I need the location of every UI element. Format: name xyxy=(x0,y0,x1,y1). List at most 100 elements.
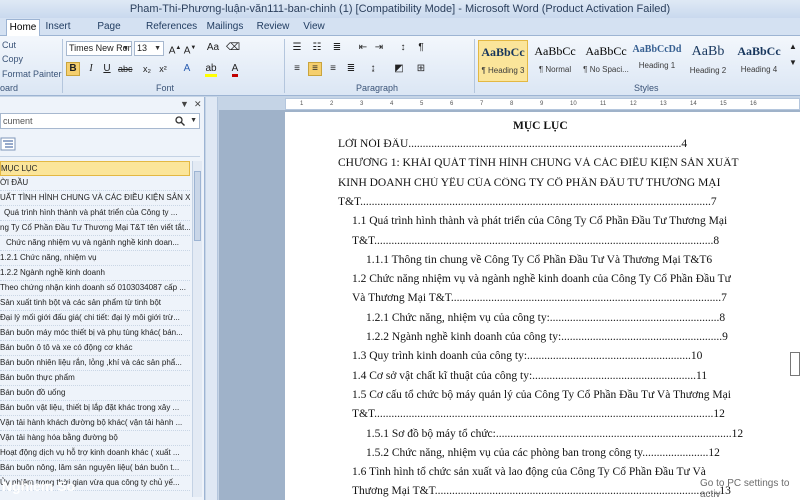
toc-entry-line[interactable]: 1.6 Tình hình tổ chức sản xuất và lao độ… xyxy=(352,466,706,478)
bold-icon[interactable]: B xyxy=(66,62,80,76)
ruler-tick-label: 1 xyxy=(300,101,304,107)
nav-heading-item[interactable]: Vận tải hành khách đường bộ khác( vận tả… xyxy=(0,416,190,431)
toc-entry-line[interactable]: 1.4 Cơ sở vật chất kĩ thuật của công ty:… xyxy=(352,370,707,382)
toc-entry-line[interactable]: 1.2.1 Chức năng, nhiệm vụ của công ty:..… xyxy=(366,312,725,324)
toc-entry-line[interactable]: CHƯƠNG 1: KHÁI QUÁT TÌNH HÌNH CHUNG VÀ C… xyxy=(338,157,739,169)
style-normal[interactable]: AaBbCc ¶ Normal xyxy=(530,40,580,82)
shrink-font-icon[interactable]: A▼ xyxy=(183,41,197,56)
nav-heading-item[interactable]: Bán buôn vật liệu, thiết bị lắp đặt khác… xyxy=(0,401,190,416)
tab-insert[interactable]: Insert xyxy=(44,19,72,36)
nav-heading-item[interactable]: ng Ty Cổ Phần Đầu Tư Thương Mại T&T tên … xyxy=(0,221,190,236)
toc-entry-line[interactable]: 1.2 Chức năng nhiệm vụ và ngành nghề kin… xyxy=(352,273,731,285)
clear-formatting-icon[interactable]: ⌫ xyxy=(226,41,240,55)
tab-references[interactable]: References xyxy=(146,19,197,36)
superscript-icon[interactable]: x² xyxy=(156,62,170,76)
nav-heading-item[interactable]: Sản xuất tinh bột và các sản phẩm từ tin… xyxy=(0,296,190,311)
style-heading-2[interactable]: AaBb Heading 2 xyxy=(683,40,733,82)
toc-entry-line[interactable]: T&T.....................................… xyxy=(352,235,719,247)
show-marks-icon[interactable]: ¶ xyxy=(414,41,428,55)
align-right-icon[interactable]: ≡ xyxy=(326,62,340,76)
sort-icon[interactable]: ↕ xyxy=(396,41,410,55)
cut-button[interactable]: Cut xyxy=(2,40,16,50)
toc-entry-line[interactable]: 1.1 Quá trình hình thành và phát triển c… xyxy=(352,215,727,227)
highlight-icon[interactable]: ab xyxy=(204,62,218,77)
grow-font-icon[interactable]: A▲ xyxy=(168,41,182,56)
toc-entry-line[interactable]: 1.2.2 Ngành nghề kinh doanh của công ty:… xyxy=(366,331,728,343)
nav-heading-item[interactable]: 1.2.2 Ngành nghề kinh doanh xyxy=(0,266,190,281)
italic-icon[interactable]: I xyxy=(84,62,98,76)
shading-icon[interactable]: ◩ xyxy=(392,62,406,76)
tab-view[interactable]: View xyxy=(300,19,328,36)
strikethrough-icon[interactable]: abc xyxy=(118,62,133,76)
nav-heading-item[interactable]: Bán buôn nhiên liệu rắn, lỏng ,khí và cá… xyxy=(0,356,190,371)
line-spacing-icon[interactable]: ↨ xyxy=(366,62,380,76)
toc-entry-line[interactable]: LỜI NÓI ĐẦU.............................… xyxy=(338,138,687,150)
toc-entry-line[interactable]: 1.1.1 Thông tin chung về Công Ty Cổ Phần… xyxy=(366,254,712,266)
nav-heading-item[interactable]: Bán buôn thực phẩm xyxy=(0,371,190,386)
tab-page-layout[interactable]: Page Layout xyxy=(84,19,134,48)
increase-indent-icon[interactable]: ⇥ xyxy=(372,41,386,55)
style-preview: AaBbCc xyxy=(534,44,576,58)
nav-heading-item[interactable]: Chức năng nhiệm vụ và ngành nghề kinh do… xyxy=(0,236,190,251)
nav-scrollbar[interactable] xyxy=(192,161,202,497)
nav-heading-item[interactable]: Theo chứng nhận kinh doanh số 0103034087… xyxy=(0,281,190,296)
nav-heading-item[interactable]: Vận tải hàng hóa bằng đường bộ xyxy=(0,431,190,446)
nav-heading-item[interactable]: 1.2.1 Chức năng, nhiệm vụ xyxy=(0,251,190,266)
chevron-down-icon[interactable]: ▼ xyxy=(190,114,197,128)
nav-heading-item[interactable]: Hoạt động dịch vụ hỗ trợ kinh doanh khác… xyxy=(0,446,190,461)
style-heading-4[interactable]: AaBbCc Heading 4 xyxy=(734,40,784,82)
align-left-icon[interactable]: ≡ xyxy=(290,62,304,76)
document-page[interactable] xyxy=(285,112,800,500)
decrease-indent-icon[interactable]: ⇤ xyxy=(356,41,370,55)
headings-view-icon[interactable] xyxy=(0,137,16,151)
nav-heading-item[interactable]: MỤC LỤC xyxy=(0,161,190,176)
copy-button[interactable]: Copy xyxy=(2,54,23,64)
horizontal-ruler[interactable]: 1 2 3 4 5 6 7 8 9 10 11 12 13 14 15 16 xyxy=(285,98,800,110)
toc-entry-line[interactable]: 1.5 Cơ cấu tổ chức bộ máy quản lý của Cô… xyxy=(352,389,731,401)
change-case-icon[interactable]: Aa xyxy=(204,41,222,55)
font-size-combo[interactable]: 13 ▼ xyxy=(134,41,164,56)
toc-entry-line[interactable]: 1.5.2 Chức năng, nhiệm vụ của các phòng … xyxy=(366,447,720,459)
tab-home[interactable]: Home xyxy=(6,19,40,36)
nav-heading-item[interactable]: Bán buôn nông, lâm sản nguyên liệu( bán … xyxy=(0,461,190,476)
nav-heading-item[interactable]: ỜI ĐẦU xyxy=(0,176,190,191)
nav-heading-item[interactable]: Đại lý mối giới đấu giá( chi tiết: đại l… xyxy=(0,311,190,326)
search-icon[interactable] xyxy=(175,116,185,126)
font-name-combo[interactable]: Times New Roma ▼ xyxy=(66,41,132,56)
style-no-spacing[interactable]: AaBbCc ¶ No Spaci... xyxy=(581,40,631,82)
toc-entry-line[interactable]: KINH DOANH CHỦ YẾU CỦA CÔNG TY CỔ PHẦN Đ… xyxy=(338,177,720,189)
numbering-icon[interactable]: ☷ xyxy=(310,41,324,55)
borders-icon[interactable]: ⊞ xyxy=(414,62,428,76)
toc-entry-line[interactable]: 1.5.1 Sơ đồ bộ máy tổ chức:.............… xyxy=(366,428,743,440)
styles-scroll-up-icon[interactable]: ▲ xyxy=(786,40,800,54)
nav-heading-item[interactable]: Quá trình hình thành và phát triển của C… xyxy=(0,206,190,221)
toc-entry-line[interactable]: T&T.....................................… xyxy=(352,408,725,420)
search-input[interactable]: cument ▼ xyxy=(0,113,200,129)
toc-entry-line[interactable]: Thương Mại T&T..........................… xyxy=(352,485,731,497)
toc-entry-line[interactable]: T&T.....................................… xyxy=(338,196,717,208)
style-heading-1[interactable]: AaBbCcDd Heading 1 xyxy=(632,40,682,82)
toc-entry-line[interactable]: 1.3 Quy trình kinh doanh của công ty:...… xyxy=(352,350,702,362)
pane-options-icon[interactable]: ▼ xyxy=(180,99,189,109)
nav-heading-item[interactable]: Bán buôn đồ uống xyxy=(0,386,190,401)
align-center-icon[interactable]: ≡ xyxy=(308,62,322,76)
nav-heading-item[interactable]: Bán buôn ô tô và xe có động cơ khác xyxy=(0,341,190,356)
font-color-icon[interactable]: A xyxy=(228,62,242,77)
font-group-label: Font xyxy=(156,83,175,93)
bullets-icon[interactable]: ☰ xyxy=(290,41,304,55)
text-effects-icon[interactable]: A xyxy=(180,62,194,76)
tab-review[interactable]: Review xyxy=(256,19,290,36)
scroll-thumb[interactable] xyxy=(194,171,201,241)
toc-entry-line[interactable]: Và Thương Mại T&T.......................… xyxy=(352,292,727,304)
nav-heading-item[interactable]: Bán buôn máy móc thiết bị và phụ tùng kh… xyxy=(0,326,190,341)
underline-icon[interactable]: U xyxy=(100,62,114,76)
format-painter-button[interactable]: Format Painter xyxy=(2,69,62,79)
style-heading-3[interactable]: AaBbCc ¶ Heading 3 xyxy=(478,40,528,82)
nav-heading-item[interactable]: UẤT TÌNH HÌNH CHUNG VÀ CÁC ĐIỀU KIỆN SẢN… xyxy=(0,191,190,206)
close-icon[interactable]: ✕ xyxy=(194,99,202,110)
styles-scroll-down-icon[interactable]: ▼ xyxy=(786,56,800,70)
tab-mailings[interactable]: Mailings xyxy=(206,19,244,36)
subscript-icon[interactable]: x₂ xyxy=(140,62,154,76)
justify-icon[interactable]: ≣ xyxy=(344,62,358,76)
multilevel-list-icon[interactable]: ≣ xyxy=(330,41,344,55)
